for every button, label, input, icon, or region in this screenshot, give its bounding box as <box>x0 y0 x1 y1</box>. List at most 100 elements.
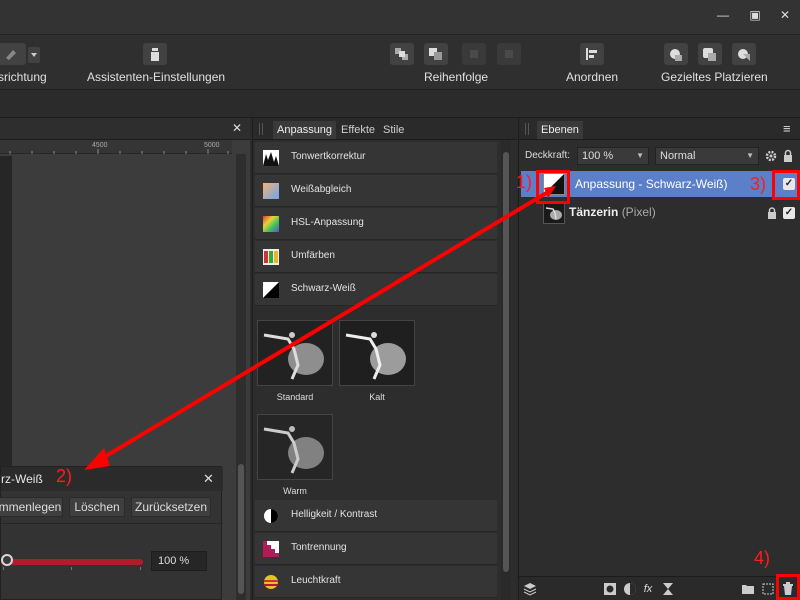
ruler-label: 5000 <box>204 142 220 149</box>
posterize-icon <box>263 541 279 557</box>
opacity-dropdown[interactable]: 100 % ▼ <box>577 147 649 165</box>
align-button[interactable] <box>580 43 604 65</box>
move-forward-one-button[interactable] <box>462 43 486 65</box>
snapping-dropdown[interactable] <box>28 47 40 63</box>
secondary-bar <box>0 90 800 118</box>
adjustment-icon[interactable] <box>623 582 637 596</box>
chevron-down-icon: ▼ <box>636 151 644 160</box>
adjustment-label: Leuchtkraft <box>291 575 341 586</box>
context-toolbar: srichtung Assistenten-Einstellungen Reih… <box>0 34 800 90</box>
annotation-box-1 <box>536 170 570 204</box>
adjustment-brightness-contrast[interactable]: Helligkeit / Kontrast <box>255 500 497 532</box>
close-icon[interactable]: ✕ <box>778 8 792 22</box>
move-to-back-icon <box>395 48 408 60</box>
blend-mode-value: Normal <box>660 150 696 162</box>
vibrance-icon <box>264 575 278 589</box>
chevron-down-icon: ▼ <box>746 151 754 160</box>
black-white-dialog: rz-Weiß ✕ mmenlegen Löschen Zurücksetzen… <box>0 466 223 600</box>
live-filter-icon[interactable] <box>661 582 675 596</box>
lock-icon[interactable] <box>783 149 793 162</box>
layer-label-group: Tänzerin (Pixel) <box>543 205 656 219</box>
annotation-box-4 <box>776 574 800 600</box>
placement-icon <box>738 49 750 61</box>
adjustment-label: Helligkeit / Kontrast <box>291 509 378 520</box>
recolor-icon <box>263 249 279 265</box>
preset-label: Standard <box>276 392 314 402</box>
preset-thumbnail-standard[interactable] <box>257 320 333 386</box>
adjustment-black-white[interactable]: Schwarz-Weiß <box>255 274 497 306</box>
opacity-label: Deckkraft: <box>525 150 571 161</box>
layer-visibility-checkbox[interactable]: ✓ <box>783 207 795 219</box>
restore-icon[interactable]: ▣ <box>748 8 762 22</box>
adjustment-posterize[interactable]: Tontrennung <box>255 533 497 565</box>
panel-menu-icon[interactable]: ≡ <box>783 121 791 136</box>
snapping-button[interactable] <box>0 43 26 65</box>
delete-button[interactable]: Löschen <box>69 497 125 517</box>
move-forward-one-icon <box>470 50 478 58</box>
arrange-label: Anordnen <box>566 70 619 84</box>
placement-icon <box>670 49 682 61</box>
mask-icon[interactable] <box>603 582 617 596</box>
adjustment-white-balance[interactable]: Weißabgleich <box>255 175 497 207</box>
placement-icon <box>703 48 716 61</box>
canvas-scroll-thumb[interactable] <box>238 464 244 594</box>
folder-icon[interactable] <box>741 582 755 596</box>
document-tab-bar: ✕ <box>0 118 250 140</box>
blend-mode-dropdown[interactable]: Normal ▼ <box>655 147 759 165</box>
adjustment-levels[interactable]: Tonwertkorrektur <box>255 142 497 174</box>
tab-layers[interactable]: Ebenen <box>537 121 583 139</box>
layers-bottom-toolbar: fx <box>519 576 800 600</box>
move-to-back-button[interactable] <box>390 43 414 65</box>
preset-label: Kalt <box>369 392 385 402</box>
move-back-one-button[interactable] <box>424 43 448 65</box>
opacity-value-field[interactable]: 100 % <box>151 551 207 571</box>
lock-icon[interactable] <box>767 207 777 219</box>
reset-button[interactable]: Zurücksetzen <box>131 497 211 517</box>
white-balance-icon <box>263 183 279 199</box>
adjustments-scrollbar[interactable] <box>501 140 511 600</box>
panel-grip-icon[interactable] <box>259 123 263 135</box>
adjustment-label: Schwarz-Weiß <box>291 283 356 294</box>
layer-stack-icon[interactable] <box>523 582 537 596</box>
tab-styles[interactable]: Stile <box>379 121 408 139</box>
minimize-icon[interactable]: — <box>716 8 730 22</box>
place-button-1[interactable] <box>664 43 688 65</box>
close-document-icon[interactable]: ✕ <box>232 121 242 135</box>
layer-name: Anpassung - Schwarz-Weiß) <box>575 177 728 191</box>
place-button-3[interactable] <box>732 43 756 65</box>
ruler-ticks <box>9 149 229 154</box>
opacity-slider-track[interactable] <box>1 559 143 565</box>
divider <box>1 523 223 524</box>
hsl-icon <box>263 216 279 232</box>
gear-icon[interactable] <box>765 150 777 162</box>
close-dialog-icon[interactable]: ✕ <box>203 471 214 487</box>
fx-icon[interactable]: fx <box>641 582 655 596</box>
annotation-2: 2) <box>56 466 73 486</box>
preset-thumbnail-warm[interactable] <box>257 414 333 480</box>
chevron-down-icon <box>31 53 37 57</box>
preset-thumbnail-cold[interactable] <box>339 320 415 386</box>
placement-label: Gezieltes Platzieren <box>661 70 768 84</box>
black-white-icon <box>263 282 279 298</box>
adjustments-scroll-thumb[interactable] <box>503 152 509 572</box>
slider-ticks <box>3 567 141 570</box>
adjustment-recolor[interactable]: Umfärben <box>255 241 497 273</box>
panel-grip-icon[interactable] <box>525 123 529 135</box>
canvas-scrollbar[interactable] <box>236 154 246 600</box>
tab-adjustments[interactable]: Anpassung <box>273 121 337 139</box>
adjustment-vibrance[interactable]: Leuchtkraft <box>255 566 497 598</box>
tab-effects[interactable]: Effekte <box>337 121 379 139</box>
layer-type: (Pixel) <box>621 205 656 219</box>
merge-button[interactable]: mmenlegen <box>0 497 63 517</box>
move-to-front-button[interactable] <box>497 43 521 65</box>
adjustment-hsl[interactable]: HSL-Anpassung <box>255 208 497 240</box>
place-button-2[interactable] <box>698 43 722 65</box>
opacity-slider-knob[interactable] <box>1 554 13 566</box>
assistant-button[interactable] <box>143 43 167 65</box>
dialog-title-bar[interactable]: rz-Weiß ✕ <box>1 467 223 491</box>
layer-name: Tänzerin <box>569 205 619 219</box>
add-layer-icon[interactable] <box>761 582 775 596</box>
align-left-icon <box>586 48 597 60</box>
horizontal-ruler: 4500 5000 <box>0 140 232 154</box>
move-to-front-icon <box>505 50 513 58</box>
